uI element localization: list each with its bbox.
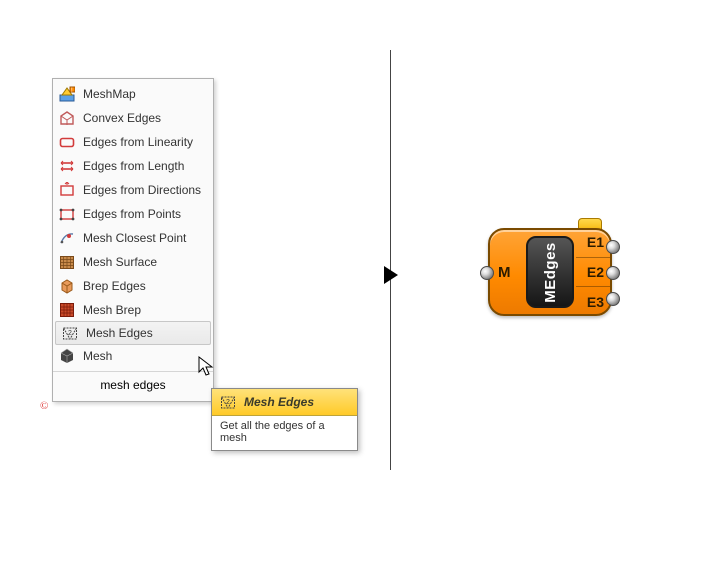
edges-points-icon — [59, 206, 75, 222]
svg-text:2: 2 — [68, 330, 72, 337]
meshmap-icon: ! — [59, 86, 75, 102]
tooltip-body: Get all the edges of a mesh — [212, 416, 357, 450]
mesh-edges-icon: 2 — [62, 325, 78, 341]
mesh-brep-icon — [59, 302, 75, 318]
menu-label: Mesh Brep — [83, 303, 141, 317]
component-search-input[interactable] — [53, 373, 213, 397]
component-tooltip: 2 Mesh Edges Get all the edges of a mesh — [211, 388, 358, 451]
vertical-divider — [390, 50, 391, 470]
convex-edges-icon — [59, 110, 75, 126]
copyright-glyph: © — [40, 400, 48, 412]
component-search-popup: ! MeshMap Convex Edges Edges from Linear… — [52, 78, 214, 402]
closest-point-icon — [59, 230, 75, 246]
menu-item-mesh-surface[interactable]: Mesh Surface — [53, 250, 213, 274]
menu-label: Mesh Edges — [86, 326, 153, 340]
grasshopper-component[interactable]: M MEdges E1 E2 E3 — [488, 228, 612, 316]
output-port[interactable] — [606, 292, 620, 306]
mesh-edges-icon: 2 — [220, 394, 236, 410]
svg-text:2: 2 — [226, 399, 230, 406]
component-title: MEdges — [543, 242, 558, 303]
menu-item-meshmap[interactable]: ! MeshMap — [53, 82, 213, 106]
menu-item-convex-edges[interactable]: Convex Edges — [53, 106, 213, 130]
menu-label: Edges from Points — [83, 207, 181, 221]
menu-label: Mesh Surface — [83, 255, 157, 269]
output-port[interactable] — [606, 266, 620, 280]
output-port[interactable] — [606, 240, 620, 254]
menu-item-mesh-brep[interactable]: Mesh Brep — [53, 298, 213, 322]
output-separator — [576, 257, 610, 258]
input-port[interactable] — [480, 266, 494, 280]
output-params: E1 E2 E3 — [587, 228, 604, 316]
mesh-surface-icon — [59, 254, 75, 270]
output-param-e3[interactable]: E3 — [587, 295, 604, 309]
menu-item-edges-linearity[interactable]: Edges from Linearity — [53, 130, 213, 154]
menu-label: Mesh — [83, 349, 112, 363]
edges-directions-icon — [59, 182, 75, 198]
input-param-m[interactable]: M — [498, 228, 511, 316]
menu-label: Edges from Length — [83, 159, 184, 173]
arrow-right-icon — [382, 264, 400, 286]
tooltip-header: 2 Mesh Edges — [212, 389, 357, 416]
edges-linearity-icon — [59, 134, 75, 150]
menu-item-edges-directions[interactable]: Edges from Directions — [53, 178, 213, 202]
menu-label: Brep Edges — [83, 279, 146, 293]
menu-item-brep-edges[interactable]: Brep Edges — [53, 274, 213, 298]
component-title-strip: MEdges — [526, 236, 574, 308]
menu-item-mesh-closest-point[interactable]: Mesh Closest Point — [53, 226, 213, 250]
menu-label: Edges from Linearity — [83, 135, 193, 149]
menu-label: Mesh Closest Point — [83, 231, 186, 245]
edges-length-icon — [59, 158, 75, 174]
menu-label: Edges from Directions — [83, 183, 201, 197]
brep-edges-icon — [59, 278, 75, 294]
tooltip-title: Mesh Edges — [244, 395, 314, 409]
menu-item-edges-points[interactable]: Edges from Points — [53, 202, 213, 226]
output-separator — [576, 286, 610, 287]
mesh-icon — [59, 348, 75, 364]
output-param-e1[interactable]: E1 — [587, 235, 604, 249]
menu-item-edges-length[interactable]: Edges from Length — [53, 154, 213, 178]
menu-item-mesh-edges[interactable]: 2 Mesh Edges — [55, 321, 211, 345]
search-row — [53, 371, 213, 398]
menu-label: Convex Edges — [83, 111, 161, 125]
menu-label: MeshMap — [83, 87, 136, 101]
output-param-e2[interactable]: E2 — [587, 265, 604, 279]
menu-item-mesh[interactable]: Mesh — [53, 344, 213, 368]
